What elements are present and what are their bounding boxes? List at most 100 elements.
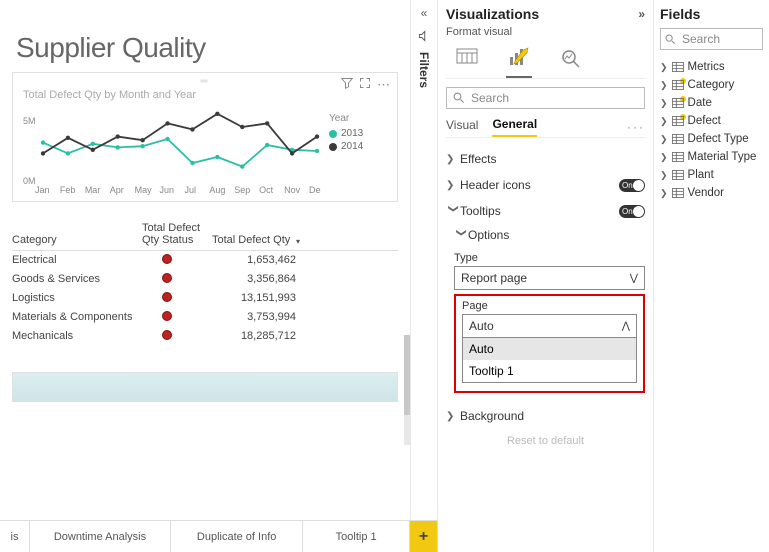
svg-text:Mar: Mar [85,185,101,195]
field-table-material type[interactable]: ❯ Material Type [660,148,763,166]
format-search-input[interactable]: Search [446,87,645,109]
section-options[interactable]: ❯ Options [454,224,645,246]
table-row[interactable]: Materials & Components 3,753,994 [12,308,398,327]
svg-text:Nov: Nov [284,185,301,195]
page-option-tooltip1[interactable]: Tooltip 1 [463,360,636,382]
tab-general[interactable]: General [492,117,537,137]
type-label: Type [454,252,645,264]
filters-pane-collapsed[interactable]: « Filters [410,0,438,520]
chevron-right-icon: ❯ [660,134,668,145]
page-tabs-bar: is Downtime Analysis Duplicate of Info T… [0,520,438,552]
sort-indicator-icon: ▾ [296,237,300,246]
line-chart-visual[interactable]: ═ ⋯ Total Defect Qty by Month and Year 5… [12,72,398,202]
search-icon [453,92,465,104]
field-table-defect[interactable]: ❯ Defect [660,112,763,130]
header-icons-toggle[interactable]: On [619,179,645,192]
page-dropdown[interactable]: Auto ⋀ [462,314,637,338]
chevron-down-icon: ❯ [456,228,467,242]
section-effects[interactable]: ❯ Effects [446,146,645,172]
chevron-down-icon: ⋁ [630,273,638,284]
table-row[interactable]: Mechanicals 18,285,712 [12,327,398,346]
table-icon [672,152,684,162]
col-status[interactable]: Total Defect Qty Status [142,222,212,246]
chart-title: Total Defect Qty by Month and Year [23,89,389,101]
table-icon [672,80,684,90]
table-row[interactable]: Goods & Services 3,356,864 [12,270,398,289]
chevron-up-icon: ⋀ [622,321,630,332]
filter-icon[interactable] [341,77,353,93]
svg-text:Feb: Feb [60,185,76,195]
fields-pane-title: Fields [660,6,700,22]
field-table-vendor[interactable]: ❯ Vendor [660,184,763,202]
svg-text:Jun: Jun [160,185,175,195]
filters-label: Filters [417,52,431,88]
tab-visual[interactable]: Visual [446,118,478,136]
analytics-icon[interactable] [554,44,588,72]
search-icon [665,34,676,45]
format-more-icon[interactable]: ··· [627,120,645,134]
status-dot-icon [162,330,172,340]
section-background[interactable]: ❯ Background [446,403,645,429]
map-visual[interactable] [12,372,398,402]
field-table-date[interactable]: ❯ Date [660,94,763,112]
svg-text:Aug: Aug [209,185,225,195]
section-tooltips[interactable]: ❯ Tooltips On [446,198,645,224]
format-visual-icon[interactable] [502,44,536,72]
table-icon [672,170,684,180]
table-icon [672,134,684,144]
table-icon [672,62,684,72]
legend-header: Year [329,113,389,124]
reset-to-default[interactable]: Reset to default [446,435,645,447]
focus-mode-icon[interactable] [359,77,371,93]
build-visual-icon[interactable] [450,44,484,72]
field-table-metrics[interactable]: ❯ Metrics [660,58,763,76]
legend-item-2013[interactable]: 2013 [329,128,389,139]
legend-item-2014[interactable]: 2014 [329,141,389,152]
expand-filters-icon[interactable]: « [421,6,428,20]
table-icon [672,116,684,126]
fields-search-input[interactable]: Search [660,28,763,50]
page-tab-duplicate[interactable]: Duplicate of Info [171,521,303,552]
table-visual[interactable]: Category Total Defect Qty Status Total D… [12,222,398,346]
viz-pane-title: Visualizations [446,6,539,22]
table-row[interactable]: Electrical 1,653,462 [12,251,398,270]
collapse-viz-icon[interactable]: » [638,7,645,21]
fields-pane: Fields Search ❯ Metrics ❯ Category ❯ [654,0,769,552]
page-tab-truncated[interactable]: is [0,521,30,552]
type-dropdown[interactable]: Report page ⋁ [454,266,645,290]
status-dot-icon [162,254,172,264]
svg-text:Jan: Jan [35,185,50,195]
page-tab-downtime[interactable]: Downtime Analysis [30,521,171,552]
col-category[interactable]: Category [12,234,142,246]
svg-text:Oct: Oct [259,185,274,195]
chevron-right-icon: ❯ [660,188,668,199]
field-table-defect type[interactable]: ❯ Defect Type [660,130,763,148]
page-tab-tooltip1[interactable]: Tooltip 1 [303,521,410,552]
col-qty[interactable]: Total Defect Qty▾ [212,234,302,246]
chevron-right-icon: ❯ [446,411,460,422]
section-header-icons[interactable]: ❯ Header icons On [446,172,645,198]
svg-text:0M: 0M [23,176,36,186]
highlighted-page-dropdown: Page Auto ⋀ Auto Tooltip 1 [454,294,645,393]
svg-text:Jul: Jul [184,185,196,195]
table-header-row: Category Total Defect Qty Status Total D… [12,222,398,251]
table-row[interactable]: Logistics 13,151,993 [12,289,398,308]
drag-handle-icon[interactable]: ═ [21,79,389,85]
page-option-auto[interactable]: Auto [463,338,636,360]
add-page-button[interactable]: + [410,521,438,552]
svg-text:Dec: Dec [309,185,321,195]
more-options-icon[interactable]: ⋯ [377,77,391,93]
chevron-right-icon: ❯ [446,180,460,191]
chevron-right-icon: ❯ [660,62,668,73]
tooltips-toggle[interactable]: On [619,205,645,218]
report-canvas: Supplier Quality ═ ⋯ Total Defect Qty by… [0,0,410,510]
format-visual-label: Format visual [446,26,645,38]
table-icon [672,188,684,198]
chevron-right-icon: ❯ [660,152,668,163]
filters-speaker-icon [418,30,430,42]
field-table-category[interactable]: ❯ Category [660,76,763,94]
page-title: Supplier Quality [16,32,398,64]
field-table-plant[interactable]: ❯ Plant [660,166,763,184]
format-tabs: Visual General ··· [446,117,645,138]
chart-legend: Year 2013 2014 [329,105,389,195]
